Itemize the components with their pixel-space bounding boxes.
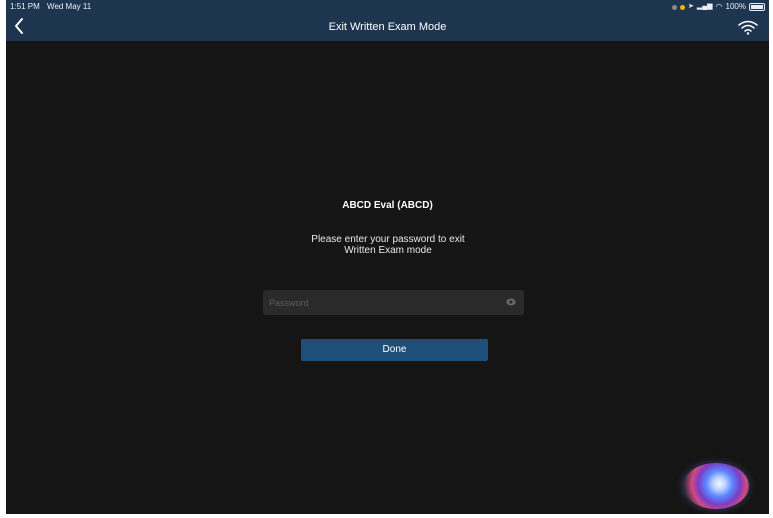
- done-button[interactable]: Done: [301, 339, 488, 361]
- wifi-status-icon: ◠: [715, 2, 723, 11]
- status-date: Wed May 11: [47, 2, 92, 11]
- eye-icon[interactable]: [506, 298, 516, 306]
- siri-icon[interactable]: [683, 463, 749, 509]
- wifi-icon: [738, 20, 758, 35]
- status-time: 1:51 PM: [10, 2, 40, 11]
- battery-icon: [749, 3, 765, 11]
- status-left: 1:51 PM Wed May 11: [10, 0, 96, 14]
- location-icon: ➤: [687, 3, 694, 10]
- ipad-screen: 1:51 PM Wed May 11 ➤ ▂▄▆ ◠ 100% Exit Wri…: [6, 0, 769, 514]
- exit-exam-content: ABCD Eval (ABCD) Please enter your passw…: [6, 41, 769, 514]
- status-right: ➤ ▂▄▆ ◠ 100%: [671, 0, 765, 14]
- instruction-line: Please enter your password to exit: [311, 234, 465, 245]
- wifi-button[interactable]: [737, 19, 759, 35]
- password-field: [263, 290, 524, 315]
- instruction-line: Written Exam mode: [344, 245, 432, 256]
- instruction-text: Please enter your password to exit Writt…: [256, 234, 520, 256]
- microphone-indicator-icon: [679, 4, 685, 10]
- status-dot-icon: [671, 4, 677, 10]
- signal-icon: ▂▄▆: [696, 3, 713, 10]
- battery-percent: 100%: [725, 2, 746, 11]
- password-input[interactable]: [263, 290, 489, 315]
- page-title: Exit Written Exam Mode: [328, 21, 447, 33]
- navigation-bar: Exit Written Exam Mode: [6, 14, 769, 41]
- exam-title: ABCD Eval (ABCD): [342, 200, 433, 211]
- status-bar: 1:51 PM Wed May 11 ➤ ▂▄▆ ◠ 100%: [6, 0, 769, 14]
